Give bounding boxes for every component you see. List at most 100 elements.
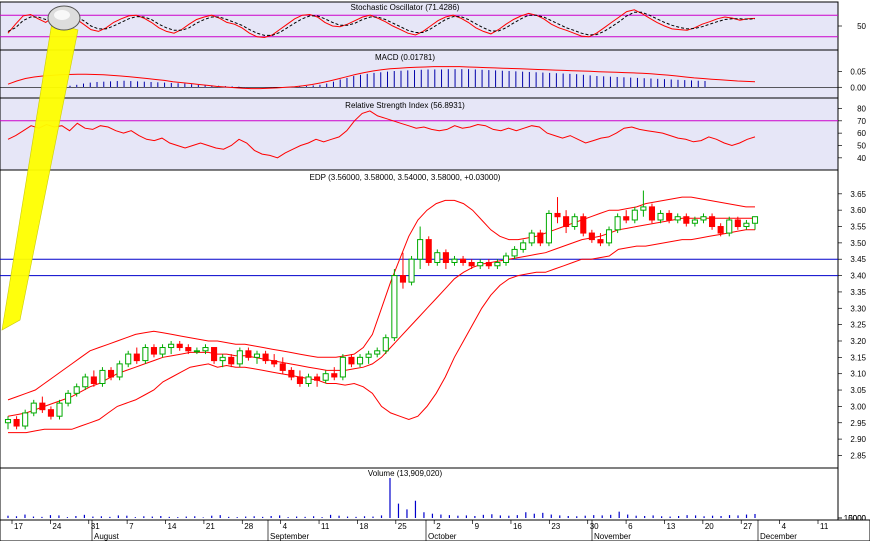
candle-body	[726, 219, 733, 234]
candle-body	[271, 360, 278, 365]
candle-body	[408, 258, 415, 283]
price-tick-label: 3.00	[850, 402, 866, 411]
candle-body	[563, 216, 570, 228]
candle-body	[365, 353, 372, 358]
candle-body	[13, 418, 20, 427]
candle-body	[537, 232, 544, 244]
price-title: EDP (3.56000, 3.58000, 3.54000, 3.58000,…	[310, 173, 501, 182]
candle-body	[279, 363, 286, 371]
candle-body	[666, 212, 673, 221]
stoch-title: Stochastic Oscillator (71.4286)	[351, 3, 460, 12]
candle-body	[597, 239, 604, 244]
price-tick-label: 3.40	[850, 272, 866, 281]
candle-body	[305, 376, 312, 385]
x-day-label: 18	[359, 522, 368, 531]
candle-body	[356, 356, 364, 365]
candle-body	[262, 353, 269, 362]
x-day-label: 20	[705, 522, 714, 531]
candle-body	[571, 216, 578, 228]
candle-body	[150, 347, 158, 355]
x-day-label: 27	[743, 522, 752, 531]
price-tick-label: 3.05	[850, 386, 866, 395]
x-day-label: 24	[52, 522, 61, 531]
candle-body	[4, 418, 12, 424]
candle-body	[107, 369, 115, 378]
price-tick-label: 3.60	[850, 206, 866, 215]
candle-body	[434, 252, 441, 263]
x-day-label: 13	[666, 522, 675, 531]
x-month-label: November	[594, 532, 631, 541]
candle-body	[605, 229, 613, 244]
candle-body	[236, 350, 243, 365]
x-day-label: 23	[551, 522, 560, 531]
candle-body	[460, 258, 467, 263]
candle-body	[56, 402, 63, 417]
candle-body	[47, 409, 54, 417]
candle-body	[90, 376, 97, 385]
price-tick-label: 3.25	[850, 321, 866, 330]
x-day-label: 2	[436, 522, 441, 531]
x-day-label: 4	[283, 522, 288, 531]
price-tick-label: 3.20	[850, 337, 866, 346]
candle-body	[288, 369, 295, 378]
x-day-label: 28	[244, 522, 253, 531]
candle-body	[193, 350, 200, 353]
x-day-label: 14	[168, 522, 177, 531]
x-day-label: 11	[820, 522, 829, 531]
candle-body	[743, 222, 750, 228]
candle-body	[588, 232, 595, 241]
y-axis-labels: 50 0.00 0.05 40 50 60 70 80 2.85 2.90 2.95 3.00 3.05…	[838, 22, 867, 523]
x-month-label: September	[270, 532, 309, 541]
candle-body	[468, 261, 475, 267]
x-day-label: 9	[475, 522, 480, 531]
candle-body	[322, 373, 329, 381]
x-day-label: 21	[206, 522, 215, 531]
candle-body	[709, 216, 716, 228]
candle-body	[640, 206, 647, 211]
candle-body	[700, 216, 707, 221]
price-tick-label: 2.90	[850, 435, 866, 444]
candle-body	[614, 216, 621, 231]
candle-body	[133, 353, 140, 362]
stock-chart: Stochastic Oscillator (71.4286) MACD (0.…	[0, 1, 870, 541]
highlight-lens-shine	[54, 10, 70, 20]
candle-body	[674, 216, 681, 221]
candle-body	[417, 239, 424, 260]
stoch-tick-label: 50	[857, 22, 866, 31]
candle-body	[399, 275, 407, 283]
price-tick-label: 3.35	[850, 288, 866, 297]
candle-body	[477, 261, 484, 267]
candle-body	[528, 232, 535, 244]
candle-body	[648, 206, 656, 221]
candle-body	[168, 343, 175, 349]
candle-body	[185, 347, 192, 352]
candle-body	[511, 248, 518, 257]
candle-body	[631, 209, 638, 221]
rsi-tick-label: 40	[857, 154, 866, 163]
candle-body	[657, 212, 664, 221]
macd-title: MACD (0.01781)	[375, 53, 435, 62]
price-tick-label: 3.65	[850, 190, 866, 199]
candle-body	[502, 255, 510, 263]
candle-body	[348, 356, 355, 365]
candle-body	[683, 216, 690, 224]
candle-body	[228, 356, 235, 365]
candle-body	[116, 363, 123, 378]
candle-body	[391, 275, 398, 339]
x-axis: 17 24 31 7 14 21 28 4 11 18 25 2 9 16 23 30 6 13 20 27 4 11Au…	[0, 519, 870, 541]
price-tick-label: 3.15	[850, 353, 866, 362]
candle-body	[99, 369, 106, 385]
candle-body	[314, 376, 321, 381]
x-month-label: December	[760, 532, 797, 541]
candle-body	[494, 261, 501, 267]
candle-body	[245, 350, 252, 358]
price-tick-label: 3.30	[850, 304, 866, 313]
candle-body	[691, 219, 698, 224]
candle-body	[623, 216, 630, 221]
candle-body	[374, 350, 381, 355]
candle-body	[451, 258, 458, 263]
candle-body	[545, 212, 552, 244]
candle-body	[442, 252, 449, 263]
candle-body	[82, 376, 89, 388]
x-day-label: 16	[513, 522, 522, 531]
